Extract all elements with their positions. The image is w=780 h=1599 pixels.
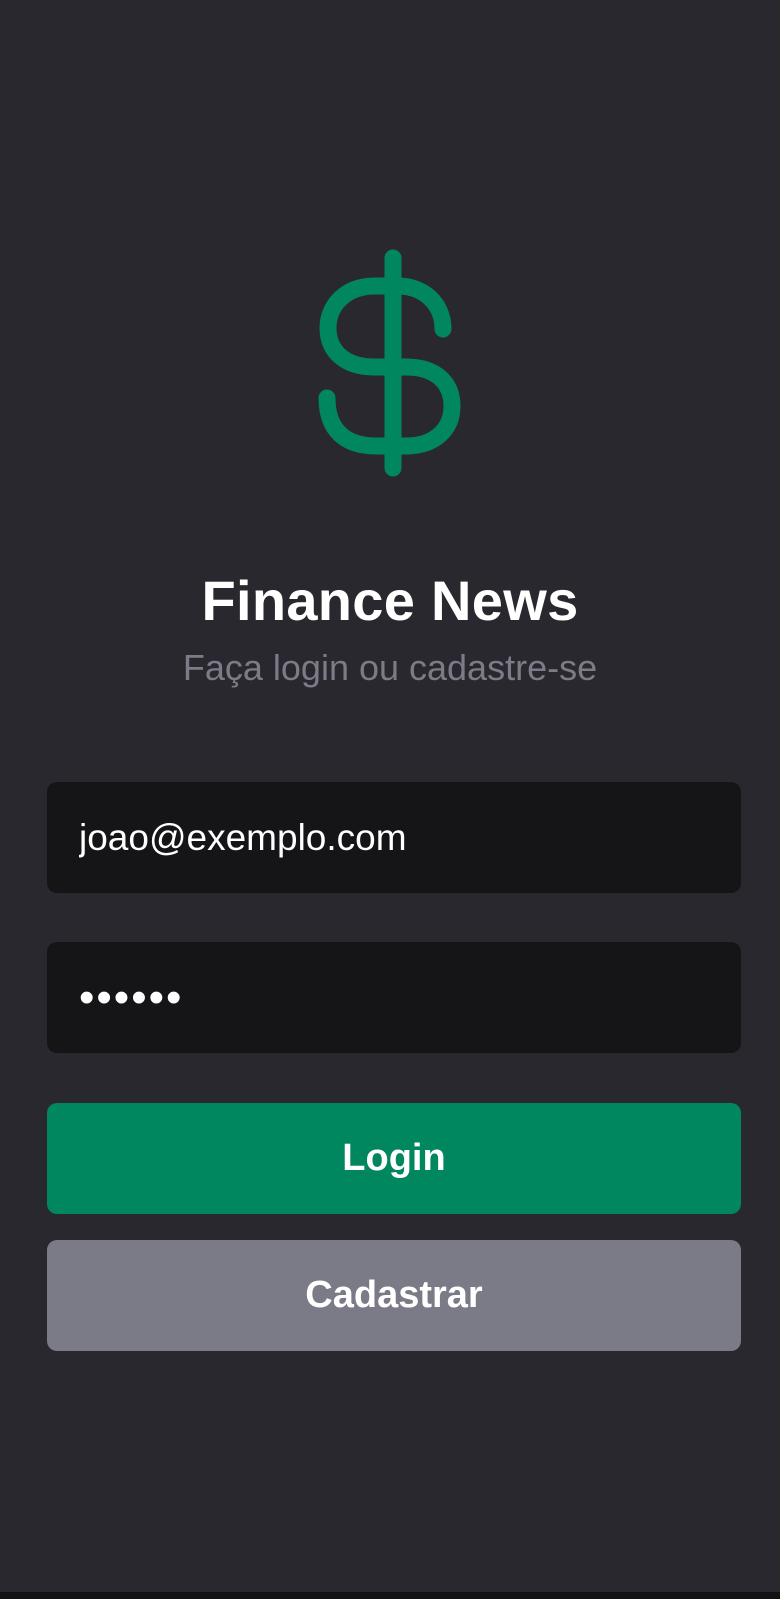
- email-input[interactable]: [79, 816, 699, 859]
- password-field[interactable]: ••••••: [47, 942, 741, 1053]
- register-button-label: Cadastrar: [305, 1274, 483, 1316]
- email-field[interactable]: [47, 782, 741, 893]
- dollar-sign-icon: [310, 248, 470, 478]
- login-screen: Finance News Faça login ou cadastre-se •…: [0, 0, 780, 1592]
- register-button[interactable]: Cadastrar: [47, 1240, 741, 1351]
- app-subtitle: Faça login ou cadastre-se: [182, 647, 598, 688]
- password-input[interactable]: ••••••: [79, 973, 183, 1023]
- navigation-bar: [0, 1592, 780, 1599]
- login-button[interactable]: Login: [47, 1103, 741, 1214]
- app-title: Finance News: [201, 569, 579, 632]
- login-button-label: Login: [342, 1137, 446, 1179]
